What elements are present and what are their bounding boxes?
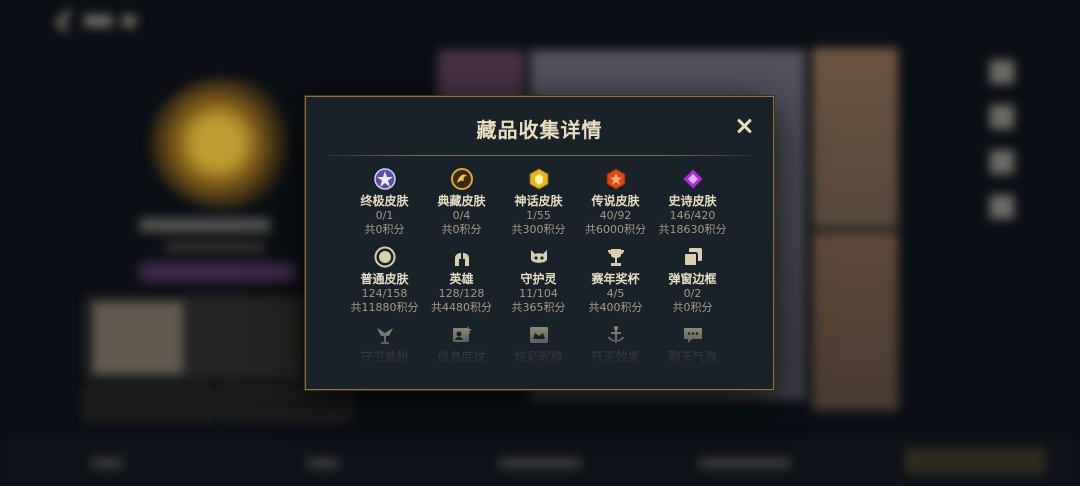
category-count: 124/158 xyxy=(361,287,408,300)
category-guardian-spirit[interactable]: 守护灵 11/104 共365积分 xyxy=(500,245,577,315)
category-name: 守卫装扮 xyxy=(360,350,409,364)
mythic-skin-icon xyxy=(527,167,551,191)
collection-details-modal: 藏品收集详情 终极皮肤 0/1 共0积分 典藏皮肤 0/4 共0积分 神话皮肤 … xyxy=(305,96,774,390)
epic-skin-icon xyxy=(681,167,705,191)
category-legendary-skin[interactable]: 传说皮肤 40/92 共6000积分 xyxy=(577,167,654,237)
ward-skin-icon xyxy=(373,323,397,347)
category-points: 共0积分 xyxy=(672,301,713,314)
category-name: 炫彩昵称 xyxy=(514,350,563,364)
legendary-skin-icon xyxy=(604,167,628,191)
category-count: 128/128 xyxy=(438,287,485,300)
category-points: 共400积分 xyxy=(588,301,643,314)
category-hero[interactable]: 英雄 128/128 共4480积分 xyxy=(423,245,500,315)
bottom-nav-blurred xyxy=(0,438,1080,486)
ultimate-skin-icon xyxy=(373,167,397,191)
hero-helmet-icon xyxy=(450,245,474,269)
category-name: 信息底纹 xyxy=(437,350,486,364)
category-ward-skin[interactable]: 守卫装扮 xyxy=(346,323,423,365)
close-icon[interactable] xyxy=(733,115,755,137)
category-points: 共11880积分 xyxy=(350,301,419,314)
player-name-blurred xyxy=(140,218,270,232)
category-popup-frame[interactable]: 弹窗边框 0/2 共0积分 xyxy=(654,245,731,315)
category-count: 0/2 xyxy=(683,287,702,300)
popup-frame-icon xyxy=(681,245,705,269)
normal-skin-icon xyxy=(373,245,397,269)
category-count: 4/5 xyxy=(606,287,625,300)
category-name: 典藏皮肤 xyxy=(437,194,486,208)
category-points: 共0积分 xyxy=(364,223,405,236)
category-points: 共0积分 xyxy=(441,223,482,236)
category-count: 0/1 xyxy=(375,209,394,222)
category-points: 共365积分 xyxy=(511,301,566,314)
colorful-nickname-icon xyxy=(527,323,551,347)
back-label-blurred xyxy=(84,15,112,27)
annihilation-effect-icon xyxy=(604,323,628,347)
category-normal-skin[interactable]: 普通皮肤 124/158 共11880积分 xyxy=(346,245,423,315)
side-icon-4 xyxy=(990,195,1014,219)
category-info-pattern[interactable]: 信息底纹 xyxy=(423,323,500,365)
category-name: 英雄 xyxy=(449,272,474,286)
category-name: 歼灭效果 xyxy=(591,350,640,364)
chat-bubble-icon xyxy=(681,323,705,347)
category-count: 146/420 xyxy=(669,209,716,222)
category-name: 普通皮肤 xyxy=(360,272,409,286)
category-points: 共300积分 xyxy=(511,223,566,236)
category-name: 神话皮肤 xyxy=(514,194,563,208)
category-colorful-nickname[interactable]: 炫彩昵称 xyxy=(500,323,577,365)
title-divider xyxy=(328,155,751,156)
modal-title: 藏品收集详情 xyxy=(476,118,603,142)
rank-emblem xyxy=(150,78,300,208)
back-arrow-icon xyxy=(55,9,79,33)
skin-card-right-top-blurred xyxy=(812,48,898,228)
category-count: 1/55 xyxy=(526,209,551,222)
category-mythic-skin[interactable]: 神话皮肤 1/55 共300积分 xyxy=(500,167,577,237)
category-name: 传说皮肤 xyxy=(591,194,640,208)
category-name: 聊天气泡 xyxy=(668,350,717,364)
category-name: 终极皮肤 xyxy=(360,194,409,208)
category-count: 0/4 xyxy=(452,209,471,222)
category-points: 共6000积分 xyxy=(585,223,646,236)
category-name: 史诗皮肤 xyxy=(668,194,717,208)
category-chat-bubble[interactable]: 聊天气泡 xyxy=(654,323,731,365)
collection-skin-icon xyxy=(450,167,474,191)
category-points: 共4480积分 xyxy=(431,301,492,314)
side-icon-1 xyxy=(990,60,1014,84)
category-season-trophy[interactable]: 赛年奖杯 4/5 共400积分 xyxy=(577,245,654,315)
guardian-spirit-icon xyxy=(527,245,551,269)
collection-grid: 终极皮肤 0/1 共0积分 典藏皮肤 0/4 共0积分 神话皮肤 1/55 共3… xyxy=(346,167,731,365)
category-name: 赛年奖杯 xyxy=(591,272,640,286)
category-count: 40/92 xyxy=(599,209,632,222)
profile-card-blurred xyxy=(85,296,305,380)
side-icon-3 xyxy=(990,150,1014,174)
player-subtitle-blurred xyxy=(165,242,265,252)
skin-card-right-bottom-blurred xyxy=(812,232,898,410)
left-button-blurred xyxy=(85,388,214,420)
category-name: 弹窗边框 xyxy=(668,272,717,286)
right-button-blurred xyxy=(222,388,351,420)
title-pill-blurred xyxy=(138,262,298,282)
home-icon xyxy=(122,15,136,27)
category-points: 共18630积分 xyxy=(658,223,727,236)
back-button[interactable] xyxy=(55,9,150,33)
category-collection-skin[interactable]: 典藏皮肤 0/4 共0积分 xyxy=(423,167,500,237)
trophy-icon xyxy=(604,245,628,269)
category-name: 守护灵 xyxy=(520,272,557,286)
info-pattern-icon xyxy=(450,323,474,347)
category-annihilation-effect[interactable]: 歼灭效果 xyxy=(577,323,654,365)
side-icon-2 xyxy=(990,105,1014,129)
category-ultimate-skin[interactable]: 终极皮肤 0/1 共0积分 xyxy=(346,167,423,237)
category-epic-skin[interactable]: 史诗皮肤 146/420 共18630积分 xyxy=(654,167,731,237)
category-count: 11/104 xyxy=(519,287,558,300)
